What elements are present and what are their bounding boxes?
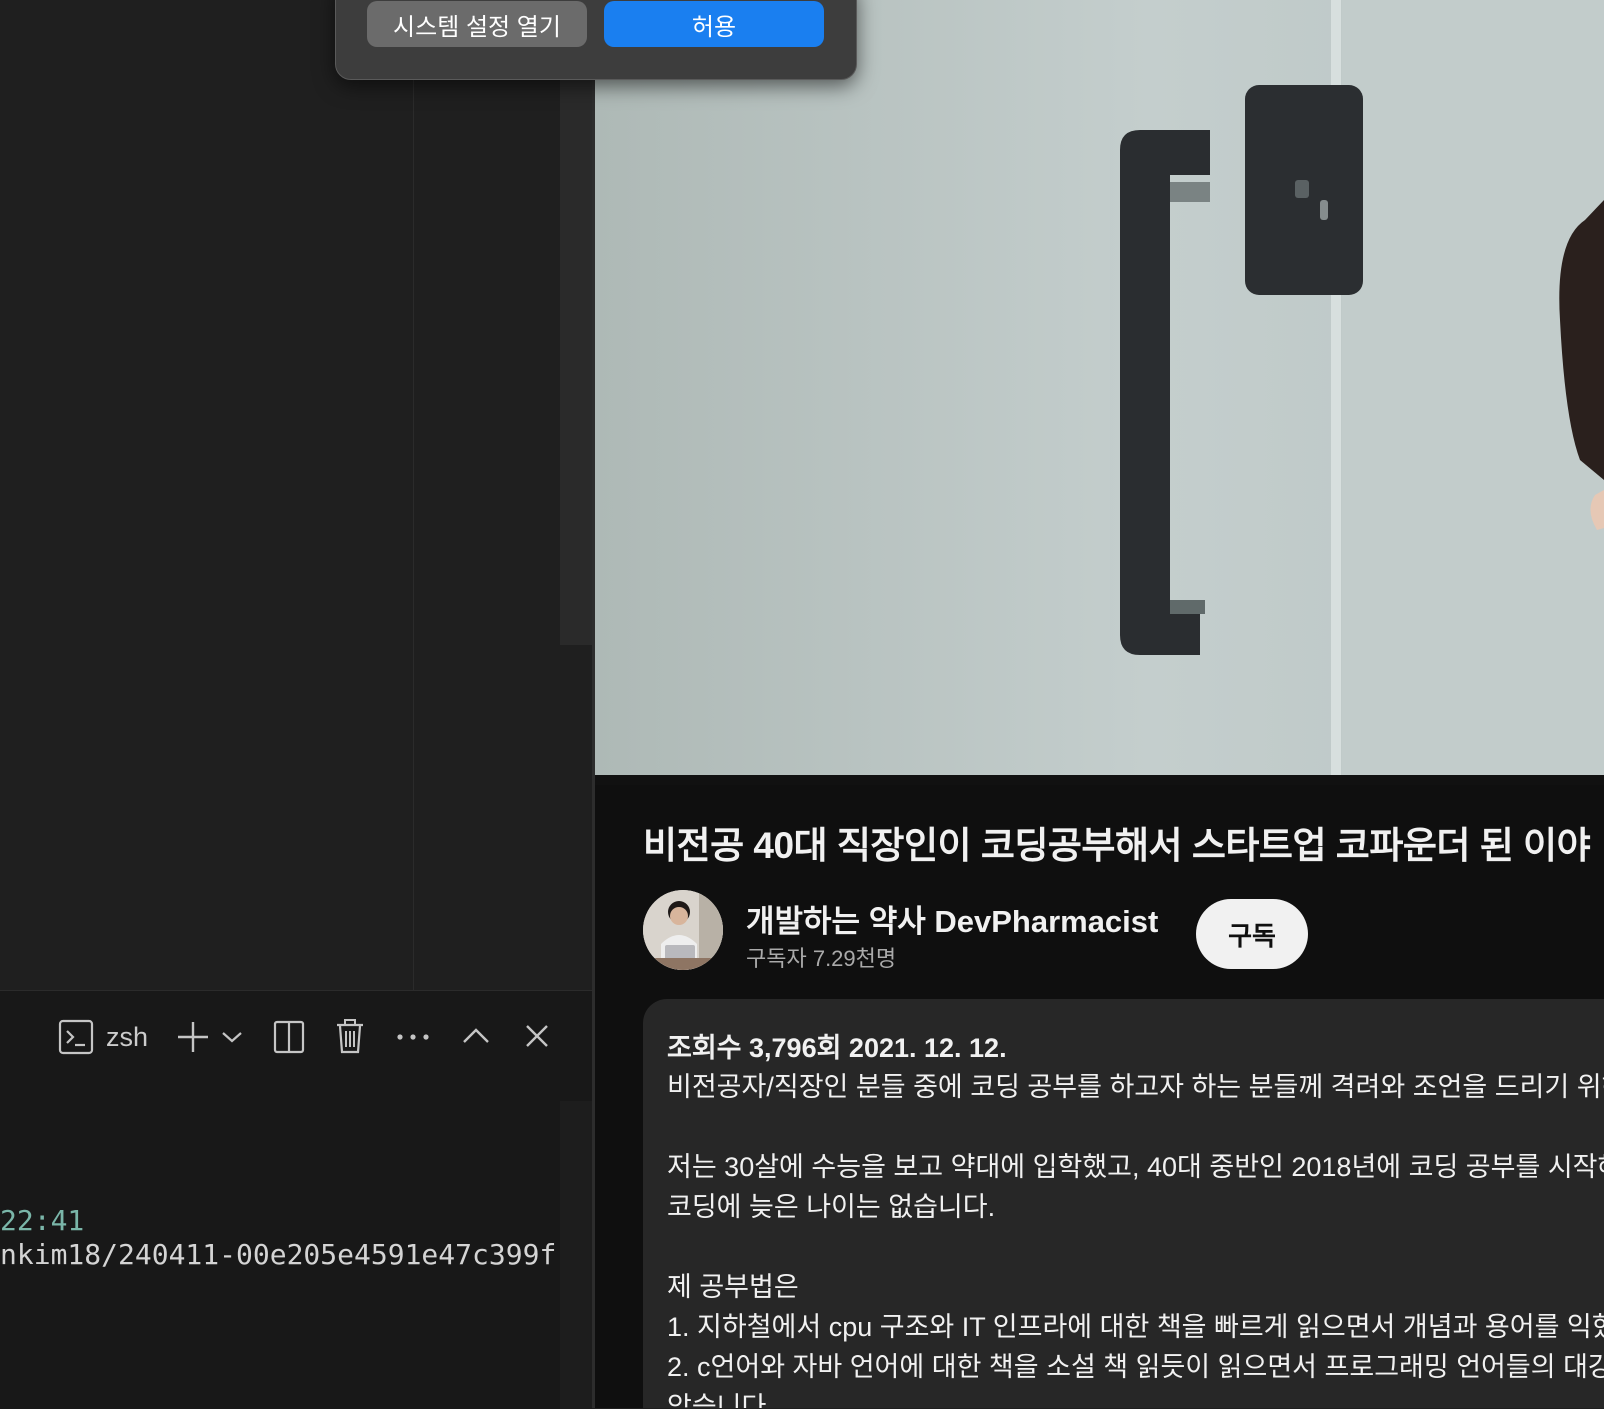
description-line: 1. 지하철에서 cpu 구조와 IT 인프라에 대한 책을 빠르게 읽으면서 … [667,1312,1604,1342]
video-title: 비전공 40대 직장인이 코딩공부해서 스타트업 코파운더 된 이야 [643,825,1591,866]
chevron-down-icon[interactable] [218,1023,246,1051]
description-box[interactable]: 조회수 3,796회 2021. 12. 12. 비전공자/직장인 분들 중에 … [643,999,1604,1408]
terminal-shell-label: zsh [106,1021,149,1052]
description-line: 저는 30살에 수능을 보고 약대에 입학했고, 40대 중반인 2018년에 … [667,1152,1604,1182]
allow-button[interactable]: 허용 [604,1,824,47]
terminal-icon [58,1019,94,1055]
subscribe-button[interactable]: 구독 [1196,899,1308,969]
terminal-toolbar: zsh [0,991,592,1099]
video-frame [595,0,1604,785]
description-line: 았습니다 [667,1392,767,1408]
description-line: 2. c언어와 자바 언어에 대한 책을 소설 책 읽듯이 읽으면서 프로그래밍… [667,1352,1604,1382]
channel-avatar[interactable] [643,890,723,970]
permission-dialog: 시스템 설정 열기 허용 [335,0,857,80]
video-player[interactable] [595,0,1604,785]
editor-scrollbar[interactable] [560,0,592,645]
terminal-panel[interactable]: zsh 22:41 nkim18/240411-00e205e4591e47c3… [0,990,592,1409]
description-line: 비전공자/직장인 분들 중에 코딩 공부를 하고자 하는 분들께 격려와 조언을… [667,1072,1604,1102]
terminal-line-time: 22:41 [0,1204,85,1237]
close-icon[interactable] [520,1019,554,1053]
editor-scrollbar-track [560,645,592,990]
subscriber-count: 구독자 7.29천명 [746,946,897,971]
terminal-line-path: nkim18/240411-00e205e4591e47c399f [0,1238,557,1271]
ellipsis-icon[interactable] [393,1023,433,1051]
chevron-up-icon[interactable] [458,1021,494,1051]
description-line: 코딩에 늦은 나이는 없습니다. [667,1192,996,1222]
editor-divider [413,0,414,990]
channel-name[interactable]: 개발하는 약사 DevPharmacist [746,896,1158,941]
terminal-scrollbar[interactable] [560,1101,592,1409]
description-line: 제 공부법은 [667,1272,799,1302]
trash-icon[interactable] [332,1015,368,1057]
split-icon[interactable] [271,1017,307,1057]
open-system-settings-button[interactable]: 시스템 설정 열기 [367,1,587,47]
youtube-page: 비전공 40대 직장인이 코딩공부해서 스타트업 코파운더 된 이야 개발하는 … [595,0,1604,1408]
plus-icon[interactable] [173,1017,213,1057]
terminal-shell-tab[interactable]: zsh [58,1013,148,1061]
description-meta: 조회수 3,796회 2021. 12. 12. [667,1033,1007,1063]
editor-area[interactable] [0,0,595,990]
